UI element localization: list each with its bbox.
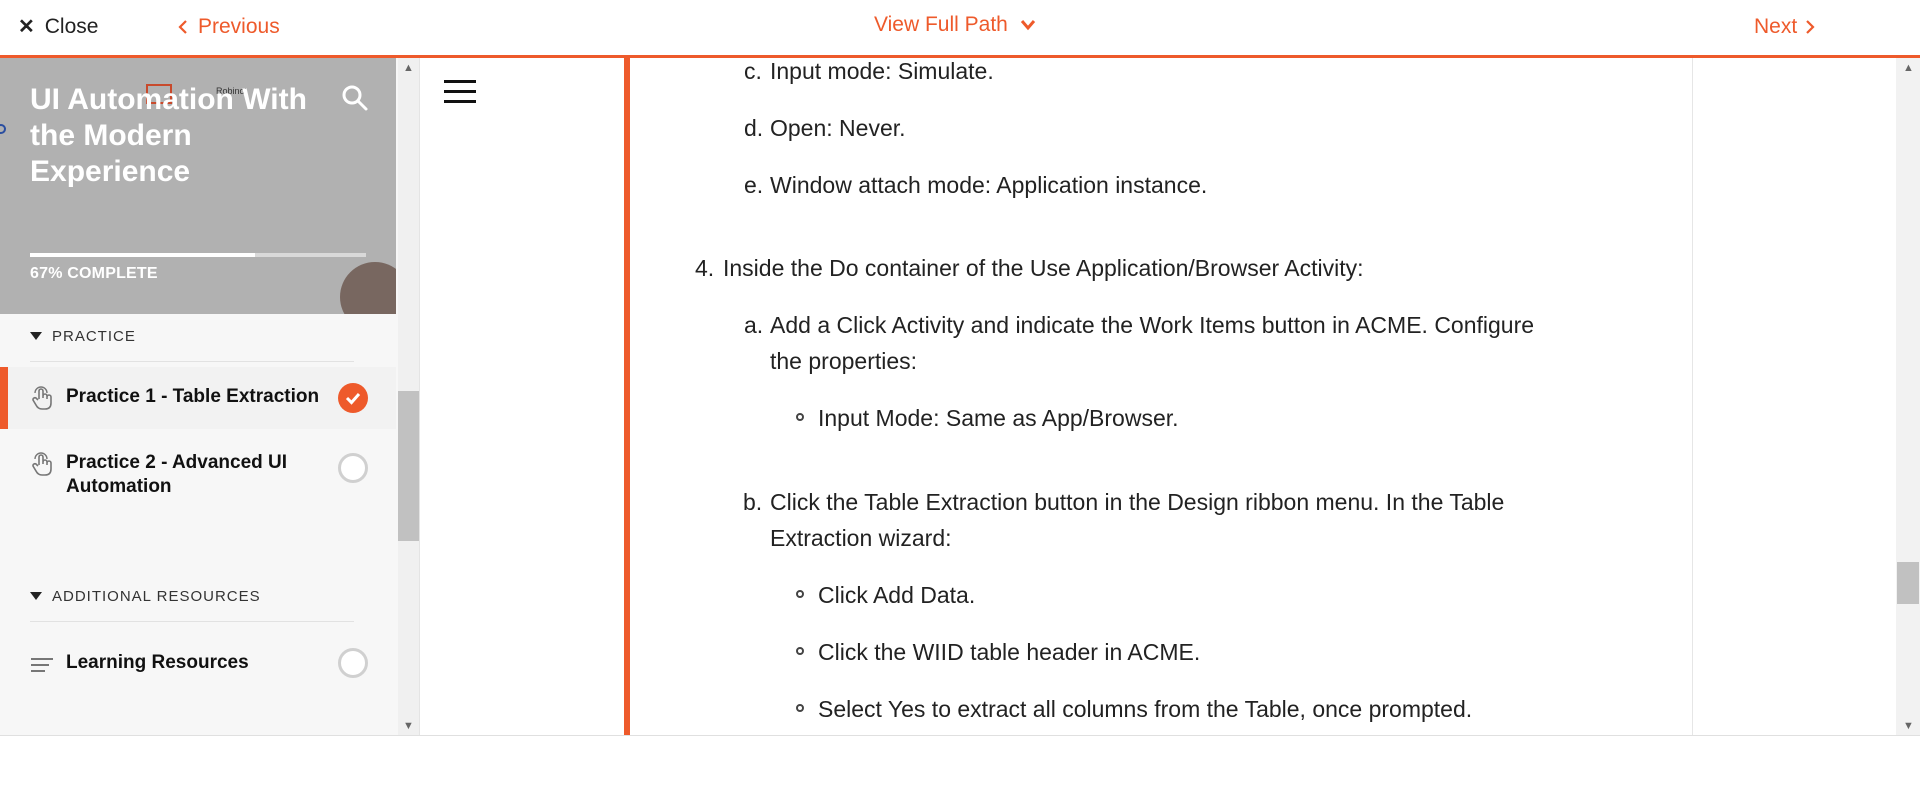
course-title: UI Automation With the Modern Experience	[30, 83, 307, 188]
course-progress-fill	[30, 253, 256, 257]
list-item-text-continued: Extraction wizard:	[770, 525, 952, 551]
divider	[30, 361, 354, 362]
chevron-right-icon	[1806, 20, 1815, 34]
list-marker: b.	[743, 489, 763, 515]
indicator-dot	[0, 124, 6, 134]
list-item-text: Select Yes to extract all columns from t…	[818, 696, 1473, 722]
sidebar-scrollbar-thumb[interactable]	[398, 391, 419, 541]
frame-bottom-border	[0, 735, 1920, 736]
view-full-path-label: View Full Path	[874, 13, 1008, 36]
next-label: Next	[1754, 15, 1798, 38]
view-full-path-button[interactable]: View Full Path	[874, 12, 1036, 38]
bullet-icon	[796, 590, 804, 598]
close-label: Close	[44, 15, 99, 38]
lesson-item-learning-resources[interactable]: Learning Resources	[0, 628, 396, 698]
bullet-icon	[796, 704, 804, 712]
section-title: PRACTICE	[52, 327, 136, 345]
course-sidebar: Robinot UI Automation With the Modern Ex…	[0, 58, 420, 736]
lesson-complete-icon	[338, 383, 368, 413]
lesson-label: Learning Resources	[66, 652, 249, 673]
list-marker: c.	[744, 58, 762, 84]
lesson-incomplete-icon	[338, 648, 368, 678]
caret-down-icon	[30, 592, 42, 600]
list-item-text: Inside the Do container of the Use Appli…	[723, 255, 1364, 281]
list-item-text: Click the Table Extraction button in the…	[770, 489, 1505, 515]
section-title: ADDITIONAL RESOURCES	[52, 587, 261, 605]
lesson-item-practice-2[interactable]: Practice 2 - Advanced UI Automation	[0, 431, 396, 507]
list-item-text: Input mode: Simulate.	[770, 58, 994, 84]
course-progress-bar	[30, 253, 366, 257]
page-scrollbar[interactable]	[1896, 58, 1920, 735]
list-marker: 4.	[695, 255, 715, 281]
section-header-additional-resources[interactable]: ADDITIONAL RESOURCES	[30, 586, 261, 606]
lines-icon	[31, 658, 53, 672]
list-item-text: Click the WIID table header in ACME.	[818, 639, 1201, 665]
list-item-text: Click Add Data.	[818, 582, 976, 608]
list-marker: d.	[744, 115, 764, 141]
top-bar: ✕ Close Previous View Full Path Next	[0, 0, 1920, 58]
previous-button[interactable]: Previous	[178, 14, 280, 40]
scroll-down-arrow-icon[interactable]: ▼	[403, 720, 414, 732]
bullet-icon	[796, 413, 804, 421]
progress-label: 67% COMPLETE	[30, 265, 158, 282]
lesson-item-practice-1[interactable]: Practice 1 - Table Extraction	[0, 367, 396, 429]
list-item-text: Input Mode: Same as App/Browser.	[818, 405, 1179, 431]
touch-icon	[32, 386, 52, 410]
bullet-icon	[796, 647, 804, 655]
active-indicator	[0, 367, 8, 429]
close-button[interactable]: ✕ Close	[18, 14, 98, 40]
divider	[30, 621, 354, 622]
list-item-text: Window attach mode: Application instance…	[770, 172, 1208, 198]
close-icon: ✕	[18, 16, 35, 38]
list-item-text: Add a Click Activity and indicate the Wo…	[770, 312, 1535, 338]
list-marker: a.	[744, 312, 764, 338]
course-header: Robinot UI Automation With the Modern Ex…	[0, 58, 396, 314]
list-marker: e.	[744, 172, 764, 198]
section-header-practice[interactable]: PRACTICE	[30, 326, 136, 346]
menu-icon[interactable]	[444, 80, 476, 104]
previous-label: Previous	[198, 15, 280, 38]
lesson-label: Practice 1 - Table Extraction	[66, 386, 320, 407]
scroll-up-arrow-icon[interactable]: ▲	[403, 62, 414, 74]
list-item-text: Open: Never.	[770, 115, 906, 141]
touch-icon	[32, 452, 52, 476]
caret-down-icon	[30, 332, 42, 340]
chevron-left-icon	[178, 20, 187, 34]
next-button[interactable]: Next	[1754, 14, 1815, 40]
lesson-label: Practice 2 - Advanced UI Automation	[66, 452, 288, 497]
list-item-text-continued: the properties:	[770, 348, 918, 374]
content-border	[1692, 58, 1693, 736]
scroll-up-arrow-icon[interactable]: ▲	[1903, 62, 1914, 74]
hero-background-image	[340, 262, 396, 314]
scroll-down-arrow-icon[interactable]: ▼	[1903, 720, 1914, 732]
lesson-content: c. Input mode: Simulate. d. Open: Never.…	[630, 58, 1690, 735]
lesson-incomplete-icon	[338, 453, 368, 483]
page-scrollbar-thumb[interactable]	[1897, 562, 1919, 604]
search-icon[interactable]	[340, 83, 370, 113]
chevron-down-icon	[1020, 20, 1035, 31]
